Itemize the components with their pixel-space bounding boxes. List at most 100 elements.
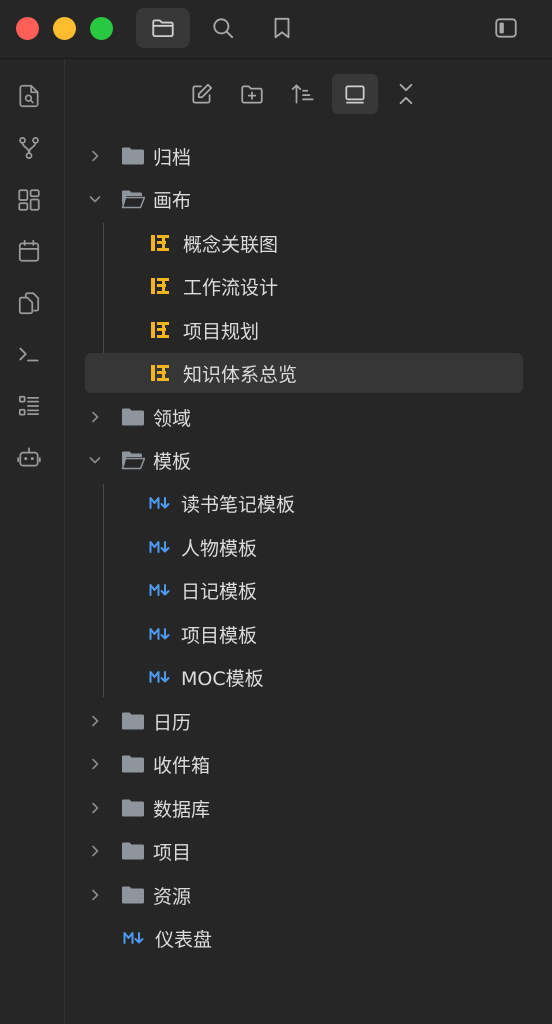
terminal-icon (19, 347, 39, 362)
ribbon (0, 59, 65, 1024)
file-label: 项目规划 (183, 320, 260, 343)
folder-icon (152, 19, 174, 38)
calendar-icon (18, 239, 40, 262)
file-label: 人物模板 (181, 537, 258, 560)
copy-icon (18, 292, 40, 315)
sort-button[interactable] (280, 74, 326, 114)
canvas-icon (149, 233, 171, 253)
file-explorer: 归档 画布 概念关联图 工作流设计 项目规划 知识体系总览 领域 模板 读书笔记… (65, 59, 552, 1024)
canvas-file-item[interactable]: 项目规划 (149, 310, 523, 350)
daily-note-button[interactable] (15, 237, 43, 265)
markdown-file-item[interactable]: 读书笔记模板 (149, 483, 523, 523)
sidebar-toggle-icon (495, 18, 517, 38)
search-file-icon (19, 84, 39, 108)
search-view-button[interactable] (196, 8, 250, 48)
collapse-all-button[interactable] (383, 74, 429, 114)
markdown-file-item[interactable]: MOC模板 (149, 657, 523, 697)
list-icon (18, 395, 40, 416)
file-label: MOC模板 (181, 667, 264, 690)
toggle-sidebar-button[interactable] (479, 8, 533, 48)
layout-button[interactable] (15, 186, 43, 214)
canvas-file-item[interactable]: 工作流设计 (149, 266, 523, 306)
folder-label: 日历 (153, 711, 192, 734)
folder-resources[interactable]: 资源 (85, 875, 523, 915)
graph-icon (19, 137, 39, 159)
file-label: 仪表盘 (155, 928, 213, 951)
close-window-button[interactable] (16, 17, 39, 40)
markdown-file-item[interactable]: 人物模板 (149, 527, 523, 567)
chevron-right-icon[interactable] (85, 841, 105, 861)
folder-archive[interactable]: 归档 (85, 136, 523, 176)
markdown-icon (149, 537, 171, 557)
templates-button[interactable] (15, 289, 43, 317)
folder-canvas[interactable]: 画布 (85, 179, 523, 219)
search-icon (213, 18, 234, 39)
chevron-right-icon[interactable] (85, 711, 105, 731)
markdown-icon (149, 624, 171, 644)
new-folder-button[interactable] (229, 74, 275, 114)
folder-icon (121, 146, 145, 166)
folder-templates[interactable]: 模板 (85, 440, 523, 480)
folder-label: 资源 (153, 885, 192, 908)
chevron-right-icon[interactable] (85, 885, 105, 905)
markdown-icon (149, 580, 171, 600)
outline-button[interactable] (15, 392, 43, 420)
title-bar (0, 0, 552, 59)
bookmark-icon (274, 17, 290, 39)
sort-icon (291, 84, 314, 104)
canvas-file-item-selected[interactable]: 知识体系总览 (85, 353, 523, 393)
chevron-right-icon[interactable] (85, 798, 105, 818)
markdown-file-item[interactable]: 日记模板 (149, 570, 523, 610)
folder-database[interactable]: 数据库 (85, 788, 523, 828)
indent-guide-templates (103, 484, 104, 697)
folder-label: 模板 (153, 450, 192, 473)
folder-icon (121, 841, 145, 861)
folder-label: 收件箱 (153, 754, 211, 777)
auto-reveal-button[interactable] (332, 74, 378, 114)
file-label: 读书笔记模板 (181, 493, 296, 516)
folder-domain[interactable]: 领域 (85, 397, 523, 437)
file-label: 日记模板 (181, 580, 258, 603)
bookmarks-view-button[interactable] (255, 8, 309, 48)
chevron-right-icon[interactable] (85, 407, 105, 427)
file-label: 概念关联图 (183, 233, 279, 256)
folder-icon (121, 711, 145, 731)
folder-icon (121, 885, 145, 905)
assistant-button[interactable] (15, 443, 43, 471)
terminal-button[interactable] (15, 340, 43, 368)
chevron-right-icon[interactable] (85, 146, 105, 166)
folder-icon (121, 407, 145, 427)
folder-calendar[interactable]: 日历 (85, 701, 523, 741)
canvas-icon (149, 363, 171, 383)
folder-label: 画布 (153, 189, 192, 212)
chevron-down-icon[interactable] (85, 189, 105, 209)
canvas-icon (149, 320, 171, 340)
folder-inbox[interactable]: 收件箱 (85, 744, 523, 784)
bot-icon (17, 447, 41, 467)
markdown-icon (149, 667, 171, 687)
markdown-file-item[interactable]: 项目模板 (149, 614, 523, 654)
graph-view-button[interactable] (15, 134, 43, 162)
markdown-icon (123, 928, 145, 948)
folder-label: 归档 (153, 146, 192, 169)
maximize-window-button[interactable] (90, 17, 113, 40)
expand-icon (399, 83, 413, 105)
chevron-right-icon[interactable] (85, 754, 105, 774)
folder-label: 数据库 (153, 798, 211, 821)
files-view-button[interactable] (136, 8, 190, 48)
collapse-all-icon (345, 85, 365, 104)
new-note-icon (192, 83, 213, 104)
quick-switcher-button[interactable] (15, 82, 43, 110)
chevron-down-icon[interactable] (85, 450, 105, 470)
folder-open-icon (121, 189, 145, 209)
markdown-file-item[interactable]: 仪表盘 (123, 918, 523, 958)
canvas-file-item[interactable]: 概念关联图 (149, 223, 523, 263)
markdown-icon (149, 493, 171, 513)
canvas-icon (149, 276, 171, 296)
new-note-button[interactable] (179, 74, 225, 114)
folder-open-icon (121, 450, 145, 470)
folder-projects[interactable]: 项目 (85, 831, 523, 871)
file-label: 知识体系总览 (183, 363, 298, 386)
minimize-window-button[interactable] (53, 17, 76, 40)
file-label: 工作流设计 (183, 276, 279, 299)
